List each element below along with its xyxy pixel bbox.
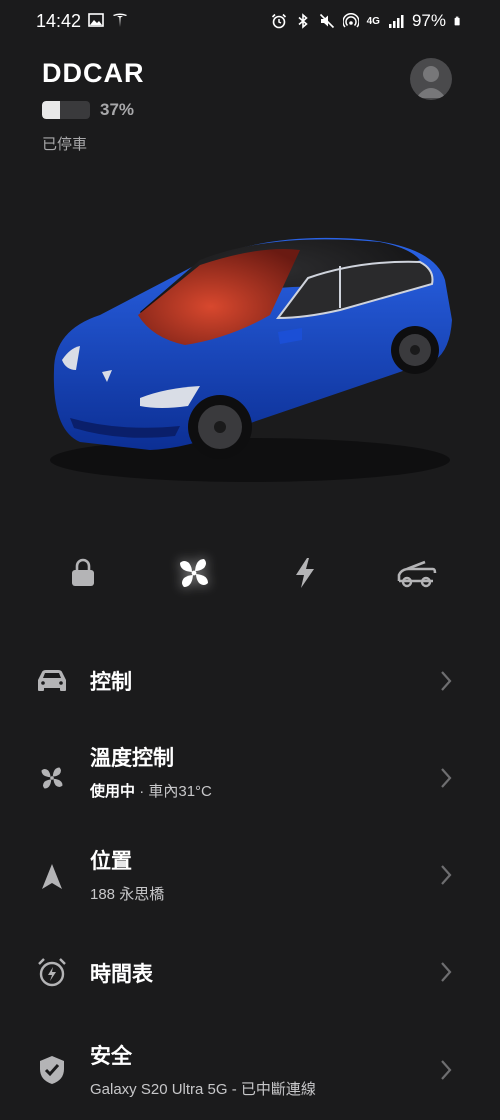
image-icon (88, 13, 104, 27)
tesla-logo-icon (113, 13, 127, 27)
location-address: 188 永思橋 (90, 886, 165, 903)
vehicle-header: DDCAR (42, 58, 145, 89)
network-type: 4G (366, 15, 380, 27)
frunk-icon (397, 560, 437, 588)
user-icon (416, 66, 446, 98)
status-time: 14:42 (36, 11, 82, 31)
battery-icon (454, 16, 460, 26)
bolt-icon (296, 558, 314, 588)
signal-icon (388, 15, 404, 28)
battery-percent: 37% (100, 100, 135, 119)
menu-item-climate[interactable]: 溫度控制 使用中 · 車內31°C (0, 730, 500, 820)
mute-icon (319, 13, 334, 29)
battery-gauge (42, 101, 90, 119)
menu-item-security[interactable]: 安全 Galaxy S20 Ultra 5G - 已中斷連線 (0, 1030, 500, 1120)
profile-avatar[interactable] (410, 58, 452, 100)
battery-status: 37% (42, 100, 134, 120)
lock-icon (72, 558, 94, 586)
menu-item-schedule[interactable]: 時間表 (0, 940, 500, 1020)
climate-title: 溫度控制 (90, 747, 174, 770)
status-battery-percent: 97% (411, 11, 446, 30)
climate-subtitle: 使用中 · 車內31°C (90, 780, 212, 801)
fan-icon (180, 559, 208, 587)
frunk-button[interactable] (388, 545, 444, 601)
chevron-right-icon (441, 865, 452, 885)
fan-icon (34, 760, 70, 796)
controls-title: 控制 (90, 671, 132, 694)
car-icon (34, 662, 70, 698)
climate-separator: · (139, 783, 145, 800)
chevron-right-icon (441, 1060, 452, 1080)
charge-button[interactable] (277, 545, 333, 601)
quick-actions (0, 545, 500, 605)
shield-check-icon (34, 1052, 70, 1088)
security-title: 安全 (90, 1045, 132, 1068)
bluetooth-icon (298, 13, 308, 29)
vehicle-image[interactable] (40, 220, 460, 490)
navigation-arrow-icon (34, 859, 70, 895)
chevron-right-icon (441, 962, 452, 982)
climate-cabin-temp: 車內31°C (148, 783, 212, 800)
vehicle-state: 已停車 (42, 136, 88, 153)
chevron-right-icon (441, 768, 452, 788)
alarm-icon (271, 13, 286, 29)
chevron-right-icon (441, 671, 452, 691)
alarm-clock-icon (34, 954, 70, 990)
climate-button[interactable] (166, 545, 222, 601)
lock-button[interactable] (55, 545, 111, 601)
status-bar: 14:42 4G 97% (0, 0, 500, 40)
schedule-title: 時間表 (90, 963, 153, 986)
menu-item-controls[interactable]: 控制 (0, 640, 500, 720)
climate-status: 使用中 (90, 783, 136, 800)
car-illustration (50, 237, 452, 482)
menu-item-location[interactable]: 位置 188 永思橋 (0, 835, 500, 925)
location-title: 位置 (90, 850, 132, 873)
hotspot-icon (342, 13, 359, 28)
battery-fill (42, 101, 60, 119)
vehicle-name: DDCAR (42, 58, 145, 88)
security-phone-key: Galaxy S20 Ultra 5G - 已中斷連線 (90, 1081, 316, 1098)
